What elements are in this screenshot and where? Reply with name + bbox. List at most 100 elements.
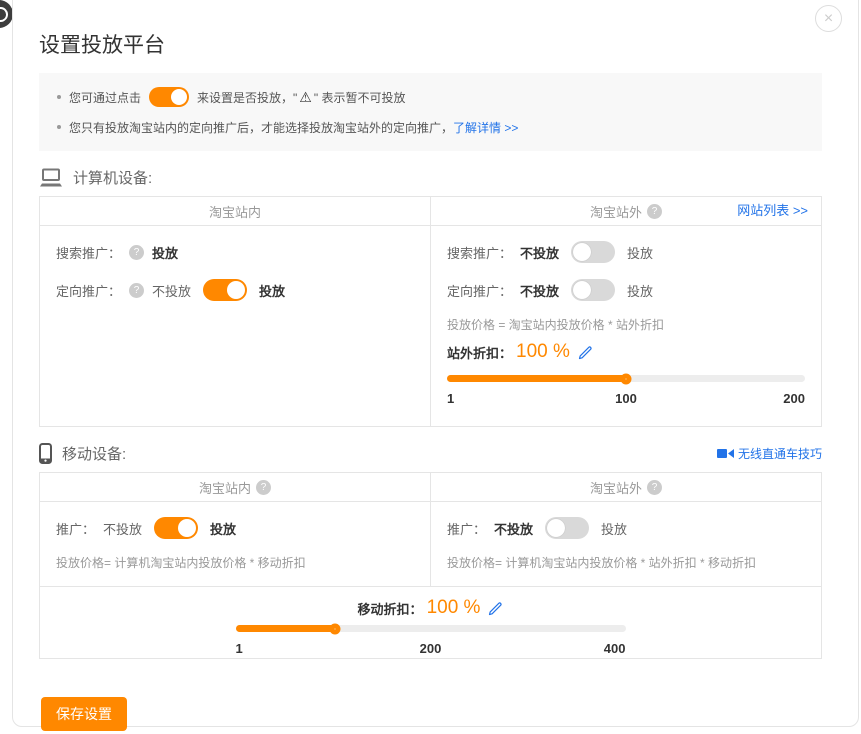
notice-text: " 表示暂不可投放 [314, 89, 406, 106]
save-settings-button[interactable]: 保存设置 [41, 697, 127, 731]
state-on-label: 投放 [627, 243, 653, 262]
wireless-tips-link[interactable]: 无线直通车技巧 [717, 445, 822, 462]
search-promo-row: 搜索推广： ? 投放 [56, 240, 414, 264]
offsite-discount-label: 站外折扣： [447, 343, 512, 362]
state-off-label: 不投放 [494, 519, 533, 538]
search-promo-label: 搜索推广： [447, 243, 512, 262]
search-promo-state: 投放 [152, 243, 178, 262]
bullet-icon [57, 125, 61, 129]
mobile-table: 淘宝站内 ? 淘宝站外 ? 推广： 不投放 投放 投放价格= 计算机淘宝站内投放… [39, 472, 822, 659]
slider-track[interactable] [236, 625, 626, 632]
settings-modal: × 设置投放平台 您可通过点击 来设置是否投放，" ⚠ " 表示暂不可投放 您只… [12, 0, 859, 727]
slider-track[interactable] [447, 375, 805, 382]
notice-text: 来设置是否投放，" [197, 89, 297, 106]
close-icon[interactable]: × [815, 5, 842, 32]
target-promo-label: 定向推广： [447, 281, 512, 300]
slider-labels: 1 200 400 [236, 641, 626, 657]
computer-onsite-target-toggle[interactable] [203, 279, 247, 301]
mobile-discount-value: 100 % [427, 597, 481, 619]
computer-onsite-header: 淘宝站内 [40, 197, 430, 225]
toggle-knob [171, 89, 187, 105]
notice-box: 您可通过点击 来设置是否投放，" ⚠ " 表示暂不可投放 您只有投放淘宝站内的定… [39, 73, 822, 151]
computer-offsite-cell: 搜索推广： 不投放 投放 定向推广： 不投放 投放 投放价格 = 淘宝站内投放价… [430, 226, 821, 426]
mobile-discount-slider: 1 200 400 [236, 625, 626, 657]
help-icon[interactable]: ? [647, 480, 662, 495]
mobile-offsite-cell: 推广： 不投放 投放 投放价格= 计算机淘宝站内投放价格 * 站外折扣 * 移动… [430, 502, 821, 586]
slider-handle[interactable] [330, 623, 341, 634]
slider-max-label: 200 [783, 391, 805, 407]
slider-min-label: 1 [236, 641, 243, 657]
notice-line-1: 您可通过点击 来设置是否投放，" ⚠ " 表示暂不可投放 [53, 82, 808, 112]
learn-more-link[interactable]: 了解详情 >> [453, 119, 518, 136]
mobile-offsite-toggle[interactable] [545, 517, 589, 539]
notice-text: 您可通过点击 [69, 89, 141, 106]
header-label: 淘宝站内 [209, 202, 261, 221]
offsite-discount-value: 100 % [516, 341, 570, 363]
slider-handle[interactable] [621, 373, 632, 384]
notice-text: 您只有投放淘宝站内的定向推广后，才能选择投放淘宝站外的定向推广， [69, 119, 453, 136]
search-promo-row: 搜索推广： 不投放 投放 [447, 240, 805, 264]
slider-labels: 1 100 200 [447, 391, 805, 407]
state-off-label: 不投放 [103, 519, 142, 538]
computer-section-header: 计算机设备: [39, 167, 822, 188]
computer-offsite-target-toggle[interactable] [571, 279, 615, 301]
website-list-link[interactable]: 网站列表 >> [737, 197, 808, 225]
state-on-label: 投放 [210, 519, 236, 538]
computer-offsite-search-toggle[interactable] [571, 241, 615, 263]
target-promo-row: 定向推广： ? 不投放 投放 [56, 278, 414, 302]
state-off-label: 不投放 [520, 243, 559, 262]
notice-line-2: 您只有投放淘宝站内的定向推广后，才能选择投放淘宝站外的定向推广， 了解详情 >> [53, 112, 808, 142]
header-label: 淘宝站外 [590, 478, 642, 497]
toggle-knob [547, 519, 565, 537]
toggle-knob [573, 243, 591, 261]
help-icon[interactable]: ? [256, 480, 271, 495]
header-label: 淘宝站内 [199, 478, 251, 497]
mobile-discount-label: 移动折扣： [358, 599, 423, 618]
target-promo-row: 定向推广： 不投放 投放 [447, 278, 805, 302]
mobile-onsite-cell: 推广： 不投放 投放 投放价格= 计算机淘宝站内投放价格 * 移动折扣 [40, 502, 430, 586]
mobile-discount-row: 移动折扣： 100 % [56, 597, 805, 619]
toggle-knob [227, 281, 245, 299]
header-label: 淘宝站外 [590, 202, 642, 221]
promo-row: 推广： 不投放 投放 [447, 516, 805, 540]
slider-max-label: 400 [604, 641, 626, 657]
slider-fill [447, 375, 626, 382]
toggle-knob [178, 519, 196, 537]
state-on-label: 投放 [259, 281, 285, 300]
promo-label: 推广： [56, 519, 95, 538]
state-off-label: 不投放 [520, 281, 559, 300]
page-title: 设置投放平台 [39, 29, 822, 59]
mobile-onsite-toggle[interactable] [154, 517, 198, 539]
edit-pencil-icon[interactable] [488, 601, 503, 616]
help-icon[interactable]: ? [647, 204, 662, 219]
wireless-tips-label: 无线直通车技巧 [738, 445, 822, 462]
computer-icon [39, 168, 63, 188]
mobile-offsite-formula: 投放价格= 计算机淘宝站内投放价格 * 站外折扣 * 移动折扣 [447, 554, 805, 571]
state-off-label: 不投放 [152, 281, 191, 300]
offsite-discount-slider: 1 100 200 [447, 375, 805, 407]
promo-row: 推广： 不投放 投放 [56, 516, 414, 540]
slider-mid-label: 200 [420, 641, 442, 657]
example-toggle [149, 87, 189, 107]
offsite-price-formula: 投放价格 = 淘宝站内投放价格 * 站外折扣 [447, 316, 805, 333]
computer-table: 淘宝站内 淘宝站外 ? 网站列表 >> 搜索推广： ? 投放 定向推广： ? 不… [39, 196, 822, 427]
computer-table-head: 淘宝站内 淘宝站外 ? 网站列表 >> [40, 197, 821, 226]
mobile-section-label: 移动设备: [62, 443, 126, 464]
computer-section-label: 计算机设备: [73, 167, 152, 188]
help-icon[interactable]: ? [129, 283, 144, 298]
computer-onsite-cell: 搜索推广： ? 投放 定向推广： ? 不投放 投放 [40, 226, 430, 426]
edit-pencil-icon[interactable] [578, 345, 593, 360]
offsite-discount-row: 站外折扣： 100 % [447, 341, 805, 363]
computer-table-body: 搜索推广： ? 投放 定向推广： ? 不投放 投放 搜索推广： 不投放 投放 [40, 226, 821, 426]
promo-label: 推广： [447, 519, 486, 538]
state-on-label: 投放 [627, 281, 653, 300]
target-promo-label: 定向推广： [56, 281, 121, 300]
slider-fill [236, 625, 336, 632]
slider-min-label: 1 [447, 391, 454, 407]
mobile-offsite-header: 淘宝站外 ? [430, 473, 821, 501]
search-promo-label: 搜索推广： [56, 243, 121, 262]
help-icon[interactable]: ? [129, 245, 144, 260]
toggle-knob [573, 281, 591, 299]
video-camera-icon [717, 449, 734, 458]
mobile-onsite-formula: 投放价格= 计算机淘宝站内投放价格 * 移动折扣 [56, 554, 414, 571]
